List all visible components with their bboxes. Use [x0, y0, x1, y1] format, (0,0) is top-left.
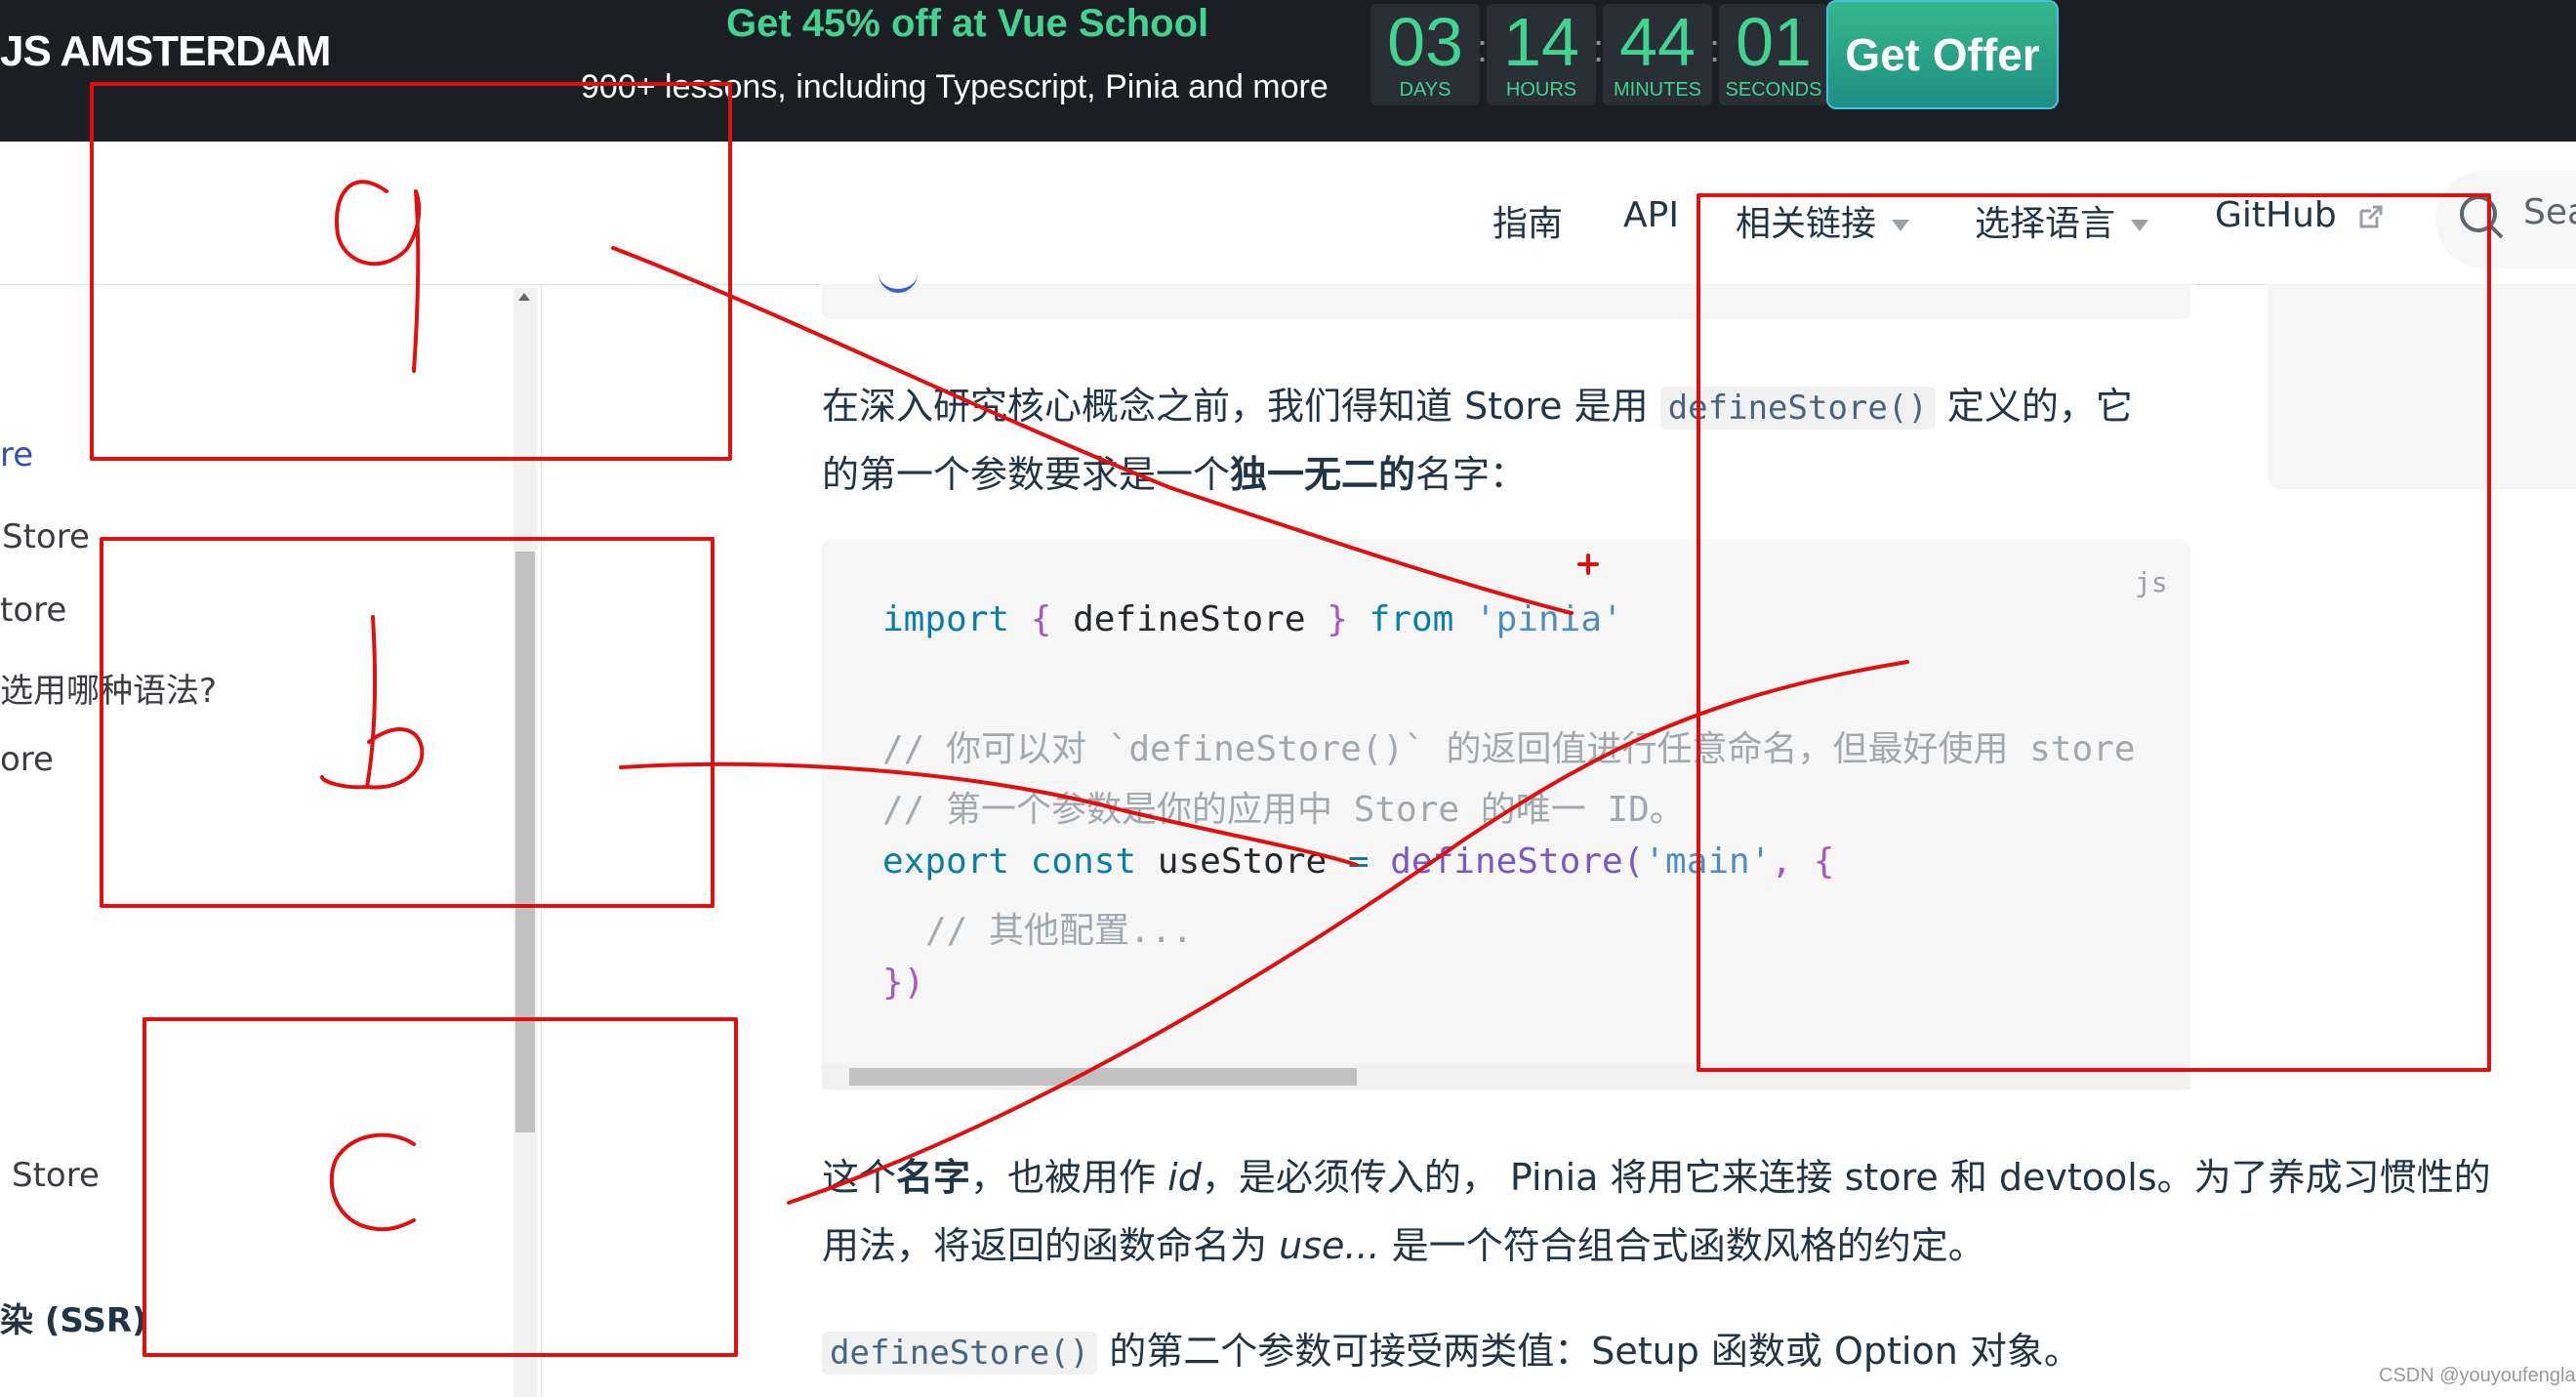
countdown-days-value: 03 — [1387, 4, 1463, 80]
code-token: defineStore — [1073, 599, 1306, 639]
handwritten-letter-c-icon — [329, 1132, 416, 1232]
code-line-4: export const useStore = defineStore('mai… — [882, 842, 1834, 882]
code-token: , { — [1771, 842, 1835, 882]
countdown-hours-label: HOURS — [1505, 79, 1577, 101]
banner-promo-subtitle: 900+ lessons, including Typescript, Pini… — [581, 68, 1329, 105]
code-token: export — [882, 842, 1010, 882]
code-token: useStore — [1157, 842, 1328, 882]
sidebar-divider — [541, 284, 542, 1397]
inline-code-definestore: defineStore() — [1659, 387, 1936, 430]
handwritten-letter-b-icon — [320, 615, 425, 790]
text: 定义的，它 — [1946, 385, 2133, 428]
sidebar-item-use-store[interactable]: tore — [0, 591, 66, 630]
code-token: 'main' — [1644, 842, 1772, 882]
annotation-box-b — [100, 537, 715, 908]
text: 是一个符合组合式函数风格的约定。 — [1391, 1224, 1985, 1267]
paragraph-3: defineStore() 的第二个参数可接受两类值：Setup 函数或 Opt… — [822, 1321, 2081, 1375]
code-line-6: }) — [882, 963, 924, 1003]
nav-language-dropdown[interactable]: 选择语言 — [1975, 195, 2149, 246]
code-token: 'pinia' — [1474, 599, 1623, 639]
inline-code-definestore: defineStore() — [822, 1332, 1098, 1375]
code-comment: // 第一个参数是你的应用中 Store 的唯一 ID。 — [882, 790, 1685, 830]
scroll-up-icon[interactable] — [518, 293, 530, 301]
countdown-seconds: 01 SECONDS — [1719, 4, 1828, 105]
previous-code-block-edge — [822, 284, 2190, 319]
nav-language-label: 选择语言 — [1975, 204, 2116, 244]
code-token: import — [882, 599, 1010, 639]
text: ，是必须传入的， Pinia 将用它来连接 store 和 devtools。为… — [1201, 1156, 2491, 1199]
code-token: = — [1347, 842, 1370, 882]
text: 的第一个参数要求是一个 — [822, 453, 1231, 496]
watermark: CSDN @youyoufenglai — [2379, 1365, 2576, 1386]
banner-brand[interactable]: JS AMSTERDAM — [0, 27, 331, 76]
countdown-days-label: DAYS — [1399, 79, 1452, 101]
external-link-icon — [2359, 205, 2383, 228]
top-navbar — [0, 142, 2576, 285]
code-token: }) — [882, 963, 925, 1003]
code-token: defineStore( — [1390, 842, 1645, 882]
code-line-3: // 第一个参数是你的应用中 Store 的唯一 ID。 — [882, 781, 1685, 832]
italic-text: use... — [1279, 1224, 1380, 1267]
nav-related-links-label: 相关链接 — [1736, 204, 1877, 244]
get-offer-button[interactable]: Get Offer — [1826, 0, 2059, 109]
italic-text: id — [1167, 1156, 1202, 1199]
paragraph-2-line-1: 这个名字，也被用作 id，是必须传入的， Pinia 将用它来连接 store … — [822, 1147, 2491, 1201]
code-line-1: import { defineStore } from 'pinia' — [882, 599, 1623, 639]
sidebar-item-define-store[interactable]: Store — [2, 517, 90, 556]
bold-text: 名字 — [896, 1156, 971, 1199]
code-token: { — [1030, 599, 1052, 639]
code-token: const — [1030, 842, 1137, 882]
nav-api[interactable]: API — [1623, 195, 1679, 235]
code-horizontal-scrollbar-thumb[interactable] — [849, 1068, 1357, 1086]
sidebar-scrollbar-thumb[interactable] — [515, 552, 535, 1132]
nav-guide[interactable]: 指南 — [1492, 195, 1563, 246]
code-line-5: // 其他配置... — [925, 902, 1193, 953]
paragraph-1-line-2: 的第一个参数要求是一个独一无二的名字： — [822, 444, 1527, 498]
sidebar-item-ssr[interactable]: 染 (SSR) — [0, 1294, 147, 1341]
countdown-hours: 14 HOURS — [1487, 4, 1596, 105]
toc-panel — [2268, 284, 2576, 489]
code-comment: // 你可以对 `defineStore()` 的返回值进行任意命名，但最好使用… — [882, 729, 2136, 769]
text: 的第二个参数可接受两类值：Setup 函数或 Option 对象。 — [1109, 1330, 2081, 1373]
text: 在深入研究核心概念之前，我们得知道 Store 是用 — [822, 385, 1649, 428]
text: ，也被用作 — [970, 1156, 1157, 1199]
text: 用法，将返回的函数命名为 — [822, 1224, 1268, 1267]
countdown-hours-value: 14 — [1503, 4, 1579, 80]
sidebar-item-core[interactable]: re — [0, 435, 33, 474]
paragraph-2-line-2: 用法，将返回的函数命名为 use... 是一个符合组合式函数风格的约定。 — [822, 1215, 1985, 1269]
code-line-2: // 你可以对 `defineStore()` 的返回值进行任意命名，但最好使用… — [882, 720, 2190, 771]
search-box[interactable]: Sea — [2435, 171, 2576, 268]
paragraph-1-line-1: 在深入研究核心概念之前，我们得知道 Store 是用 defineStore()… — [822, 376, 2133, 430]
countdown-days: 03 DAYS — [1370, 4, 1480, 105]
code-comment: // 其他配置... — [925, 911, 1194, 951]
annotation-box-c — [143, 1017, 738, 1357]
search-placeholder: Sea — [2523, 192, 2576, 232]
code-token: from — [1369, 599, 1454, 639]
countdown-minutes-label: MINUTES — [1614, 79, 1701, 101]
countdown-minutes: 44 MINUTES — [1603, 4, 1712, 105]
chevron-down-icon — [2131, 220, 2149, 231]
code-language-label: js — [2135, 566, 2168, 598]
chevron-down-icon — [1892, 220, 1910, 231]
countdown-minutes-value: 44 — [1619, 4, 1696, 80]
countdown-seconds-value: 01 — [1736, 4, 1812, 80]
sidebar-item-destructure-store[interactable]: ore — [0, 740, 54, 779]
banner-promo-title[interactable]: Get 45% off at Vue School — [726, 2, 1208, 46]
sidebar-item-syntax[interactable]: 选用哪种语法? — [0, 664, 217, 712]
bold-text: 独一无二的 — [1230, 453, 1416, 496]
sidebar-item-store[interactable]: Store — [12, 1156, 100, 1195]
nav-github-link[interactable]: GitHub — [2215, 195, 2385, 235]
countdown-seconds-label: SECONDS — [1725, 79, 1822, 101]
nav-github-label: GitHub — [2215, 195, 2337, 235]
text: 名字： — [1415, 453, 1528, 496]
search-icon — [2460, 195, 2504, 239]
text: 这个 — [822, 1156, 897, 1199]
code-token: } — [1327, 599, 1348, 639]
nav-related-links-dropdown[interactable]: 相关链接 — [1736, 195, 1910, 246]
